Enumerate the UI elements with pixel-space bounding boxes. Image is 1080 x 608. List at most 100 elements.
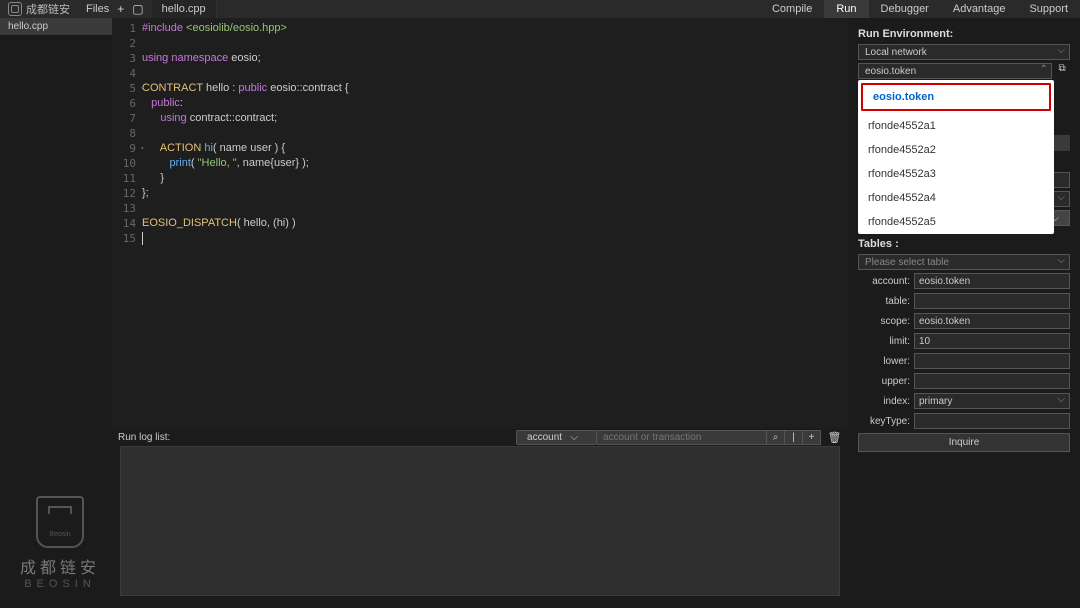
files-label: Files: [86, 3, 109, 15]
menu-support[interactable]: Support: [1017, 0, 1080, 18]
files-section: Files + ▢: [78, 2, 152, 16]
code-line[interactable]: EOSIO_DISPATCH( hello, (hi) ): [142, 216, 848, 231]
code-line[interactable]: public:: [142, 96, 848, 111]
top-menu: Compile Run Debugger Advantage Support: [760, 0, 1080, 18]
code-line[interactable]: #include <eosiolib/eosio.hpp>: [142, 21, 848, 36]
tab-hello-cpp[interactable]: hello.cpp: [152, 0, 217, 18]
upper-field-input[interactable]: [914, 373, 1070, 389]
table-select-placeholder: Please select table: [865, 257, 949, 268]
new-file-icon[interactable]: +: [117, 2, 124, 16]
copy-icon[interactable]: ⧉: [1055, 63, 1069, 79]
code-line[interactable]: };: [142, 186, 848, 201]
code-line[interactable]: CONTRACT hello : public eosio::contract …: [142, 81, 848, 96]
index-field-row: index: primary: [858, 393, 1070, 409]
code-line[interactable]: using contract::contract;: [142, 111, 848, 126]
runlog-search-input[interactable]: [597, 430, 767, 445]
runlog-body: [120, 446, 840, 596]
runlog-add-button[interactable]: +: [803, 430, 821, 445]
index-field-value: primary: [919, 396, 952, 407]
code-line[interactable]: }: [142, 171, 848, 186]
code-line[interactable]: [142, 66, 848, 81]
code-line[interactable]: [142, 201, 848, 216]
limit-field-label: limit:: [858, 336, 910, 347]
watermark: 成都链安 BEOSIN: [20, 496, 100, 590]
dropdown-item-highlighted[interactable]: eosio.token: [861, 83, 1051, 111]
menu-debugger[interactable]: Debugger: [869, 0, 941, 18]
menu-advantage[interactable]: Advantage: [941, 0, 1018, 18]
editor-code[interactable]: #include <eosiolib/eosio.hpp> using name…: [142, 18, 848, 428]
account-field-input[interactable]: [914, 273, 1070, 289]
line-number: 9: [112, 141, 142, 156]
scope-field-row: scope:: [858, 313, 1070, 329]
table-field-row: table:: [858, 293, 1070, 309]
folder-icon[interactable]: ▢: [132, 2, 143, 16]
runlog-search-button[interactable]: ⌕: [767, 430, 785, 445]
line-number: 7: [112, 111, 142, 126]
runlog-filter-select[interactable]: account ⌵: [516, 430, 597, 445]
scope-field-label: scope:: [858, 316, 910, 327]
tab-bar: hello.cpp: [152, 0, 217, 18]
lower-field-input[interactable]: [914, 353, 1070, 369]
account-field-label: account:: [858, 276, 910, 287]
table-select[interactable]: Please select table: [858, 254, 1070, 270]
run-env-title: Run Environment:: [858, 28, 1070, 40]
top-bar: 成都链安 Files + ▢ hello.cpp Compile Run Deb…: [0, 0, 1080, 18]
network-select[interactable]: Local network: [858, 44, 1070, 60]
runlog-controls: account ⌵ ⌕ | + 🗑: [516, 430, 842, 445]
logo: 成都链安: [0, 1, 78, 17]
code-line[interactable]: print( "Hello, ", name{user} );: [142, 156, 848, 171]
limit-field-row: limit:: [858, 333, 1070, 349]
line-number: 13: [112, 201, 142, 216]
line-number: 10: [112, 156, 142, 171]
dropdown-item[interactable]: rfonde4552a2: [858, 138, 1054, 162]
line-number: 14: [112, 216, 142, 231]
dropdown-item[interactable]: rfonde4552a3: [858, 162, 1054, 186]
code-line[interactable]: [142, 36, 848, 51]
upper-field-label: upper:: [858, 376, 910, 387]
table-field-label: table:: [858, 296, 910, 307]
brand-icon: [8, 2, 22, 16]
line-number: 6: [112, 96, 142, 111]
file-tree-item[interactable]: hello.cpp: [0, 18, 112, 35]
editor-gutter: 123456789101112131415: [112, 18, 142, 428]
runlog-clear-icon[interactable]: 🗑: [827, 430, 842, 445]
account-select[interactable]: eosio.token: [858, 63, 1052, 79]
line-number: 15: [112, 231, 142, 246]
line-number: 12: [112, 186, 142, 201]
line-number: 3: [112, 51, 142, 66]
keytype-field-input[interactable]: [914, 413, 1070, 429]
code-line[interactable]: [142, 231, 848, 246]
dropdown-item[interactable]: rfonde4552a1: [858, 114, 1054, 138]
lower-field-label: lower:: [858, 356, 910, 367]
line-number: 11: [112, 171, 142, 186]
account-field-row: account:: [858, 273, 1070, 289]
index-field-select[interactable]: primary: [914, 393, 1070, 409]
runlog-filter-value: account: [527, 432, 562, 443]
keytype-field-label: keyType:: [858, 416, 910, 427]
tables-title: Tables :: [858, 238, 1070, 250]
watermark-cn: 成都链安: [20, 554, 100, 578]
menu-compile[interactable]: Compile: [760, 0, 824, 18]
dropdown-item[interactable]: rfonde4552a4: [858, 186, 1054, 210]
menu-run[interactable]: Run: [824, 0, 868, 18]
code-line[interactable]: [142, 126, 848, 141]
network-select-value: Local network: [865, 47, 927, 58]
runlog-label: Run log list:: [118, 432, 170, 443]
line-number: 8: [112, 126, 142, 141]
scope-field-input[interactable]: [914, 313, 1070, 329]
code-line[interactable]: ACTION hi( name user ) {: [142, 141, 848, 156]
limit-field-input[interactable]: [914, 333, 1070, 349]
upper-field-row: upper:: [858, 373, 1070, 389]
dropdown-item[interactable]: rfonde4552a5: [858, 210, 1054, 234]
code-line[interactable]: using namespace eosio;: [142, 51, 848, 66]
watermark-shield-icon: [36, 496, 84, 548]
account-select-value: eosio.token: [865, 66, 916, 77]
account-dropdown: eosio.tokenrfonde4552a1rfonde4552a2rfond…: [858, 80, 1054, 234]
code-editor[interactable]: 123456789101112131415 #include <eosiolib…: [112, 18, 848, 428]
lower-field-row: lower:: [858, 353, 1070, 369]
line-number: 1: [112, 21, 142, 36]
inquire-button[interactable]: Inquire: [858, 433, 1070, 452]
line-number: 4: [112, 66, 142, 81]
runlog-divider-button[interactable]: |: [785, 430, 803, 445]
table-field-input[interactable]: [914, 293, 1070, 309]
